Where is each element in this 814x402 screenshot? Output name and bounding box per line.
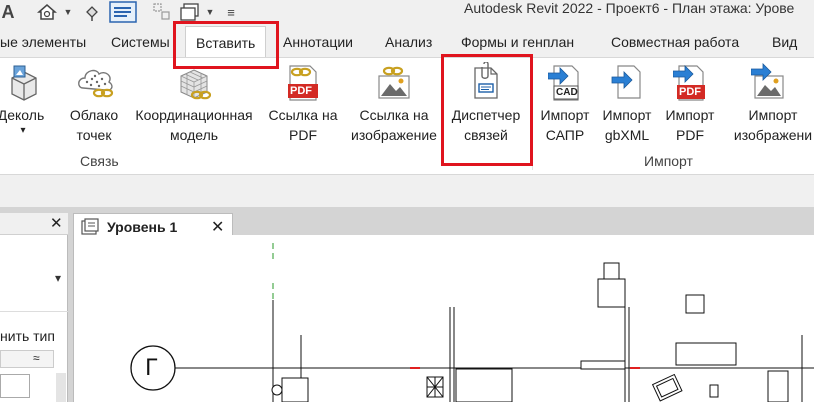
chevron-down-icon[interactable]: ▼ [204, 2, 216, 22]
import-pdf-label-2: PDF [676, 127, 704, 143]
ribbon-panel-insert: Деколь ▾ Облако точек Координационная мо… [0, 57, 814, 175]
point-cloud-label-2: точек [76, 127, 112, 143]
tab-analyze[interactable]: Анализ [385, 34, 432, 50]
import-cad-label-1: Импорт [540, 107, 590, 123]
import-cad-button[interactable]: CAD Импорт САПР [534, 58, 596, 145]
import-cad-icon: CAD [547, 62, 582, 102]
point-cloud-button[interactable]: Облако точек [64, 58, 124, 145]
link-pdf-label-1: Ссылка на [268, 107, 338, 123]
import-pdf-button[interactable]: PDF Импорт PDF [660, 58, 720, 145]
switch-windows-icon[interactable] [152, 2, 172, 22]
collapse-icon[interactable]: ≈ [33, 351, 40, 365]
properties-panel: ✕ ▾ нить тип ≈ [0, 213, 68, 402]
import-gbxml-label-2: gbXML [604, 127, 650, 143]
coordination-model-button[interactable]: Координационная модель [128, 58, 260, 145]
options-bar [0, 175, 814, 207]
link-image-label-1: Ссылка на [359, 107, 429, 123]
panel-label-import: Импорт [644, 153, 693, 169]
drawing-canvas[interactable]: Г [73, 235, 814, 402]
import-gbxml-icon [610, 62, 644, 102]
tab-massing-site[interactable]: Формы и генплан [461, 34, 574, 50]
import-cad-label-2: САПР [545, 127, 585, 143]
link-pdf-button[interactable]: PDF Ссылка на PDF [264, 58, 342, 145]
decal-icon [6, 62, 40, 102]
import-image-button[interactable]: Импорт изображени [722, 58, 814, 145]
decal-label: Деколь [0, 107, 45, 123]
app-menu-icon[interactable]: A [0, 2, 16, 22]
coordination-model-label-2: модель [169, 127, 219, 143]
import-image-icon [750, 62, 785, 102]
import-pdf-label-1: Импорт [665, 107, 715, 123]
link-image-icon [377, 62, 411, 102]
pdf-badge: PDF [679, 86, 701, 98]
close-inactive-icon[interactable] [178, 2, 202, 22]
point-cloud-icon [77, 62, 114, 102]
title-bar: A ▼ ▼ ≡ Autodesk Revit 2022 - Проект6 - … [0, 0, 814, 26]
properties-header: ✕ [0, 213, 68, 235]
pdf-badge: PDF [290, 85, 312, 97]
divider [0, 311, 68, 312]
edit-type-button[interactable]: нить тип [0, 328, 55, 344]
tab-systems[interactable]: Системы [111, 34, 170, 50]
ribbon-tabs: ые элементы Системы Вставить Аннотации А… [0, 26, 814, 59]
link-image-label-2: изображение [351, 127, 437, 143]
text-window-icon[interactable] [108, 1, 138, 23]
highlight-insert-tab [173, 21, 279, 69]
point-cloud-label-1: Облако [69, 107, 119, 123]
tab-collaborate[interactable]: Совместная работа [611, 34, 739, 50]
import-pdf-icon: PDF [672, 62, 707, 102]
link-pdf-icon: PDF [286, 62, 320, 102]
coordination-model-label-1: Координационная [135, 107, 253, 123]
customize-toolbar-icon[interactable]: ≡ [224, 2, 238, 22]
tab-annotate[interactable]: Аннотации [283, 34, 353, 50]
cad-badge: CAD [556, 87, 578, 98]
property-value-field[interactable] [0, 374, 30, 398]
view-tab-title: Уровень 1 [107, 219, 178, 235]
view-tab-strip: Уровень 1 ✕ [73, 207, 814, 240]
highlight-manage-links [441, 54, 533, 166]
decal-dropdown-icon[interactable]: ▾ [20, 125, 25, 137]
grid-bubble-label: Г [145, 356, 159, 381]
window-title: Autodesk Revit 2022 - Проект6 - План эта… [464, 0, 795, 16]
link-image-button[interactable]: Ссылка на изображение [344, 58, 444, 145]
type-selector-dropdown-icon[interactable]: ▾ [55, 271, 61, 285]
panel-label-link: Связь [80, 153, 119, 169]
properties-group-header[interactable]: ≈ [0, 350, 54, 368]
close-icon[interactable]: ✕ [50, 214, 63, 232]
floor-plan-drawing [130, 243, 814, 402]
import-gbxml-button[interactable]: Импорт gbXML [596, 58, 658, 145]
close-icon[interactable]: ✕ [211, 217, 224, 237]
chevron-down-icon[interactable]: ▼ [62, 2, 74, 22]
tab-view[interactable]: Вид [772, 34, 797, 50]
pin-icon[interactable] [82, 2, 102, 22]
decal-button[interactable]: Деколь ▾ [0, 58, 46, 137]
scrollbar[interactable] [56, 373, 66, 402]
import-image-label-2: изображени [733, 127, 813, 143]
import-gbxml-label-1: Импорт [602, 107, 652, 123]
import-image-label-1: Импорт [748, 107, 798, 123]
tab-architecture[interactable]: ые элементы [0, 34, 86, 50]
link-pdf-label-2: PDF [289, 127, 317, 143]
home-icon[interactable] [36, 2, 58, 22]
